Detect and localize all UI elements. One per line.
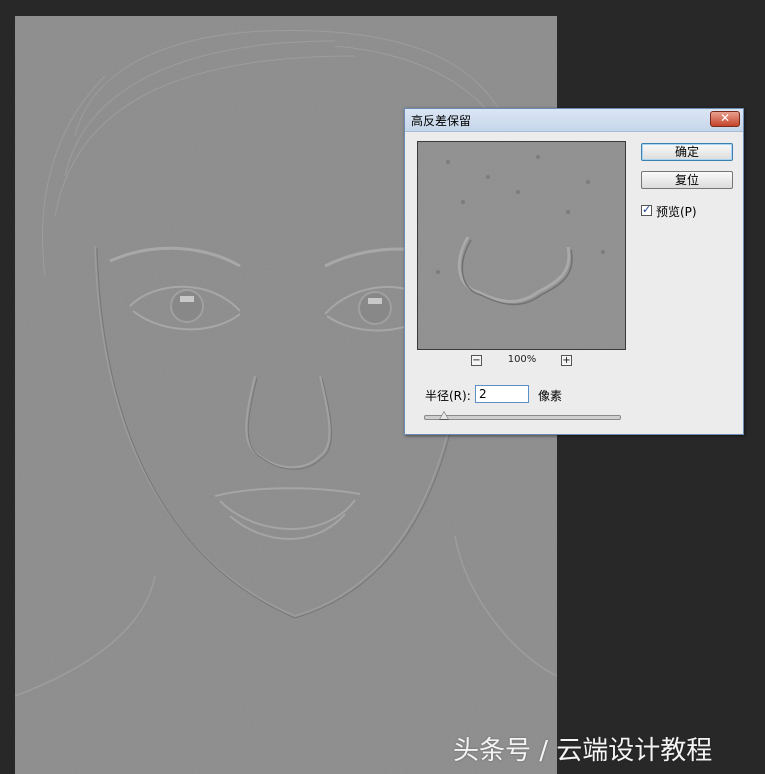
close-button[interactable]: ✕: [710, 111, 740, 127]
checkmark-icon: ✓: [642, 203, 652, 216]
plus-icon: +: [562, 355, 571, 366]
zoom-out-button[interactable]: −: [471, 355, 482, 366]
close-icon: ✕: [719, 111, 731, 125]
zoom-level: 100%: [507, 354, 537, 365]
unit-label: 像素: [538, 389, 563, 403]
preview-nose-image: [418, 142, 625, 349]
dialog-titlebar[interactable]: 高反差保留 ✕: [405, 109, 743, 132]
radius-slider[interactable]: [424, 415, 621, 420]
radius-slider-thumb[interactable]: [438, 411, 449, 420]
minus-icon: −: [472, 355, 481, 366]
preview-checkbox[interactable]: ✓: [641, 203, 652, 216]
radius-label: 半径(R):: [425, 389, 471, 403]
high-pass-dialog: 高反差保留 ✕ − 100% + 确定 复位 ✓ 预览(P) 半径(R): 2 …: [404, 108, 744, 435]
dialog-title: 高反差保留: [411, 114, 472, 128]
reset-button[interactable]: 复位: [641, 171, 733, 189]
zoom-controls: − 100% +: [417, 354, 626, 371]
radius-input[interactable]: [475, 385, 529, 403]
photoshop-workspace: 高反差保留 ✕ − 100% + 确定 复位 ✓ 预览(P) 半径(R): 2 …: [0, 0, 765, 774]
watermark-text: 头条号 / 云端设计教程: [453, 736, 713, 766]
preview-label: 预览(P): [656, 205, 697, 219]
zoom-in-button[interactable]: +: [561, 355, 572, 366]
filter-preview[interactable]: [417, 141, 626, 350]
ok-button[interactable]: 确定: [641, 143, 733, 161]
